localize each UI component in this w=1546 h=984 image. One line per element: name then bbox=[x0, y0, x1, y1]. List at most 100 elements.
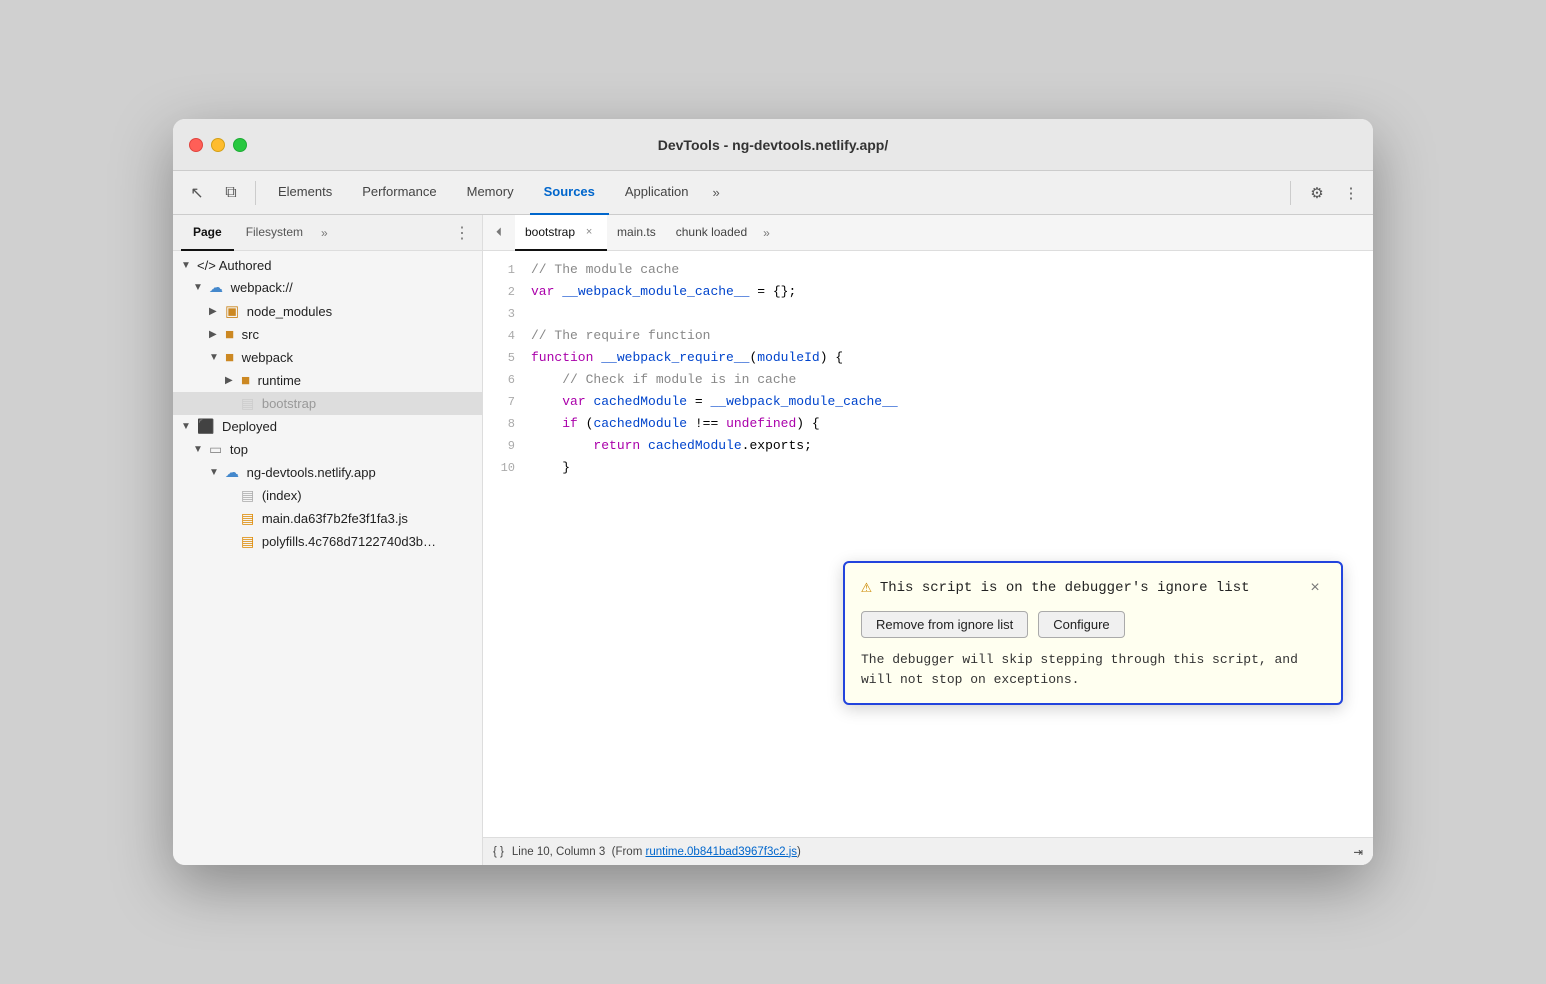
devtools-window: DevTools - ng-devtools.netlify.app/ ↖ ⧉ … bbox=[173, 119, 1373, 865]
code-line-1: 1 // The module cache bbox=[483, 259, 1373, 281]
sidebar-tabs: Page Filesystem » ⋮ bbox=[173, 215, 482, 251]
code-line-3: 3 bbox=[483, 303, 1373, 325]
notification-title: This script is on the debugger's ignore … bbox=[880, 577, 1250, 599]
spacer bbox=[225, 536, 237, 547]
tabs-more-button[interactable]: » bbox=[705, 185, 728, 200]
arrow-icon: ▼ bbox=[181, 421, 193, 432]
main-tabbar: ↖ ⧉ Elements Performance Memory Sources … bbox=[173, 171, 1373, 215]
code-tab-main-ts[interactable]: main.ts bbox=[607, 215, 666, 251]
cursor-icon[interactable]: ↖ bbox=[181, 177, 213, 209]
tree-item-label: (index) bbox=[258, 488, 301, 503]
tab-application[interactable]: Application bbox=[611, 171, 703, 215]
tree-item-label: webpack:// bbox=[227, 280, 293, 295]
maximize-button[interactable] bbox=[233, 138, 247, 152]
arrow-icon: ▼ bbox=[193, 282, 205, 293]
more-options-icon[interactable]: ⋮ bbox=[1337, 179, 1365, 207]
notification-actions: Remove from ignore list Configure bbox=[861, 611, 1325, 638]
code-tab-bootstrap[interactable]: bootstrap × bbox=[515, 215, 607, 251]
folder-icon: ■ bbox=[225, 326, 234, 343]
notification-close-button[interactable]: × bbox=[1305, 578, 1325, 598]
close-button[interactable] bbox=[189, 138, 203, 152]
folder-icon: ■ bbox=[225, 349, 234, 366]
tree-item-node-modules[interactable]: ▶ ▣ node_modules bbox=[173, 299, 482, 323]
titlebar: DevTools - ng-devtools.netlify.app/ bbox=[173, 119, 1373, 171]
code-tab-label: chunk loaded bbox=[676, 225, 747, 239]
arrow-icon: ▼ bbox=[209, 352, 221, 363]
sidebar-tab-filesystem[interactable]: Filesystem bbox=[234, 215, 315, 251]
tree-item-index[interactable]: ▤ (index) bbox=[173, 484, 482, 507]
main-layout: Page Filesystem » ⋮ ▼ </> Authored ▼ ☁ bbox=[173, 215, 1373, 865]
tab-separator bbox=[255, 181, 256, 205]
sidebar: Page Filesystem » ⋮ ▼ </> Authored ▼ ☁ bbox=[173, 215, 483, 865]
tree-item-deployed[interactable]: ▼ ⬛ Deployed bbox=[173, 415, 482, 438]
tree-item-label: src bbox=[238, 327, 259, 342]
tree-item-authored[interactable]: ▼ </> Authored bbox=[173, 255, 482, 276]
box-icon: ⬛ bbox=[197, 418, 214, 435]
arrow-icon: ▼ bbox=[181, 260, 193, 271]
statusbar: { } Line 10, Column 3 (From runtime.0b84… bbox=[483, 837, 1373, 865]
code-line-9: 9 return cachedModule.exports; bbox=[483, 435, 1373, 457]
notification-description: The debugger will skip stepping through … bbox=[861, 650, 1325, 689]
sidebar-tabs-more[interactable]: » bbox=[315, 226, 334, 240]
spacer bbox=[225, 513, 237, 524]
arrow-icon: ▶ bbox=[225, 375, 237, 386]
code-tab-chunk-loaded[interactable]: chunk loaded bbox=[666, 215, 757, 251]
minimize-button[interactable] bbox=[211, 138, 225, 152]
tab-elements[interactable]: Elements bbox=[264, 171, 346, 215]
folder-icon: ■ bbox=[241, 372, 250, 389]
tree-item-bootstrap[interactable]: ▤ bootstrap bbox=[173, 392, 482, 415]
tree-item-label: top bbox=[226, 442, 248, 457]
code-panel: ⏴ bootstrap × main.ts chunk loaded » 1 /… bbox=[483, 215, 1373, 865]
tab-performance[interactable]: Performance bbox=[348, 171, 450, 215]
tab-memory[interactable]: Memory bbox=[453, 171, 528, 215]
tree-item-label: bootstrap bbox=[258, 396, 316, 411]
collapse-sidebar-icon[interactable]: ⏴ bbox=[487, 221, 511, 245]
code-line-4: 4 // The require function bbox=[483, 325, 1373, 347]
folder-icon: ▣ bbox=[225, 302, 239, 320]
cloud-icon: ☁ bbox=[209, 279, 223, 296]
settings-icon[interactable]: ⚙ bbox=[1303, 179, 1331, 207]
tree-item-webpack[interactable]: ▼ ■ webpack bbox=[173, 346, 482, 369]
code-line-7: 7 var cachedModule = __webpack_module_ca… bbox=[483, 391, 1373, 413]
code-tab-close-icon[interactable]: × bbox=[581, 224, 597, 240]
file-icon: ▤ bbox=[241, 487, 254, 504]
tree-item-label: </> Authored bbox=[197, 258, 271, 273]
format-icon[interactable]: ⇥ bbox=[1353, 845, 1363, 859]
configure-button[interactable]: Configure bbox=[1038, 611, 1124, 638]
status-position: Line 10, Column 3 (From runtime.0b841bad… bbox=[512, 846, 801, 858]
code-editor[interactable]: 1 // The module cache 2 var __webpack_mo… bbox=[483, 251, 1373, 837]
cloud-icon: ☁ bbox=[225, 464, 239, 481]
tree-item-label: webpack bbox=[238, 350, 293, 365]
arrow-icon: ▼ bbox=[193, 444, 205, 455]
file-icon: ▤ bbox=[241, 395, 254, 412]
format-braces-icon[interactable]: { } bbox=[493, 846, 504, 858]
tree-item-label: runtime bbox=[254, 373, 301, 388]
file-icon: ▤ bbox=[241, 533, 254, 550]
folder-outline-icon: ▭ bbox=[209, 441, 222, 458]
remove-from-ignore-list-button[interactable]: Remove from ignore list bbox=[861, 611, 1028, 638]
arrow-icon: ▼ bbox=[209, 467, 221, 478]
code-tabs-more-button[interactable]: » bbox=[757, 226, 776, 240]
tab-sources[interactable]: Sources bbox=[530, 171, 609, 215]
tree-item-label: Deployed bbox=[218, 419, 277, 434]
layers-icon[interactable]: ⧉ bbox=[215, 177, 247, 209]
tree-item-polyfills[interactable]: ▤ polyfills.4c768d7122740d3b… bbox=[173, 530, 482, 553]
code-tab-label: bootstrap bbox=[525, 225, 575, 239]
tree-item-top[interactable]: ▼ ▭ top bbox=[173, 438, 482, 461]
file-icon: ▤ bbox=[241, 510, 254, 527]
code-tabs: ⏴ bootstrap × main.ts chunk loaded » bbox=[483, 215, 1373, 251]
source-link[interactable]: runtime.0b841bad3967f3c2.js bbox=[646, 846, 798, 858]
tree-item-main-js[interactable]: ▤ main.da63f7b2fe3f1fa3.js bbox=[173, 507, 482, 530]
code-line-2: 2 var __webpack_module_cache__ = {}; bbox=[483, 281, 1373, 303]
tree-item-label: node_modules bbox=[243, 304, 332, 319]
tree-item-src[interactable]: ▶ ■ src bbox=[173, 323, 482, 346]
sidebar-tab-page[interactable]: Page bbox=[181, 215, 234, 251]
spacer bbox=[225, 398, 237, 409]
arrow-icon: ▶ bbox=[209, 306, 221, 317]
tree-item-runtime[interactable]: ▶ ■ runtime bbox=[173, 369, 482, 392]
tree-item-ng-devtools[interactable]: ▼ ☁ ng-devtools.netlify.app bbox=[173, 461, 482, 484]
tree-item-webpack-root[interactable]: ▼ ☁ webpack:// bbox=[173, 276, 482, 299]
warning-icon: ⚠ bbox=[861, 577, 872, 599]
spacer bbox=[225, 490, 237, 501]
sidebar-options-icon[interactable]: ⋮ bbox=[450, 223, 474, 243]
